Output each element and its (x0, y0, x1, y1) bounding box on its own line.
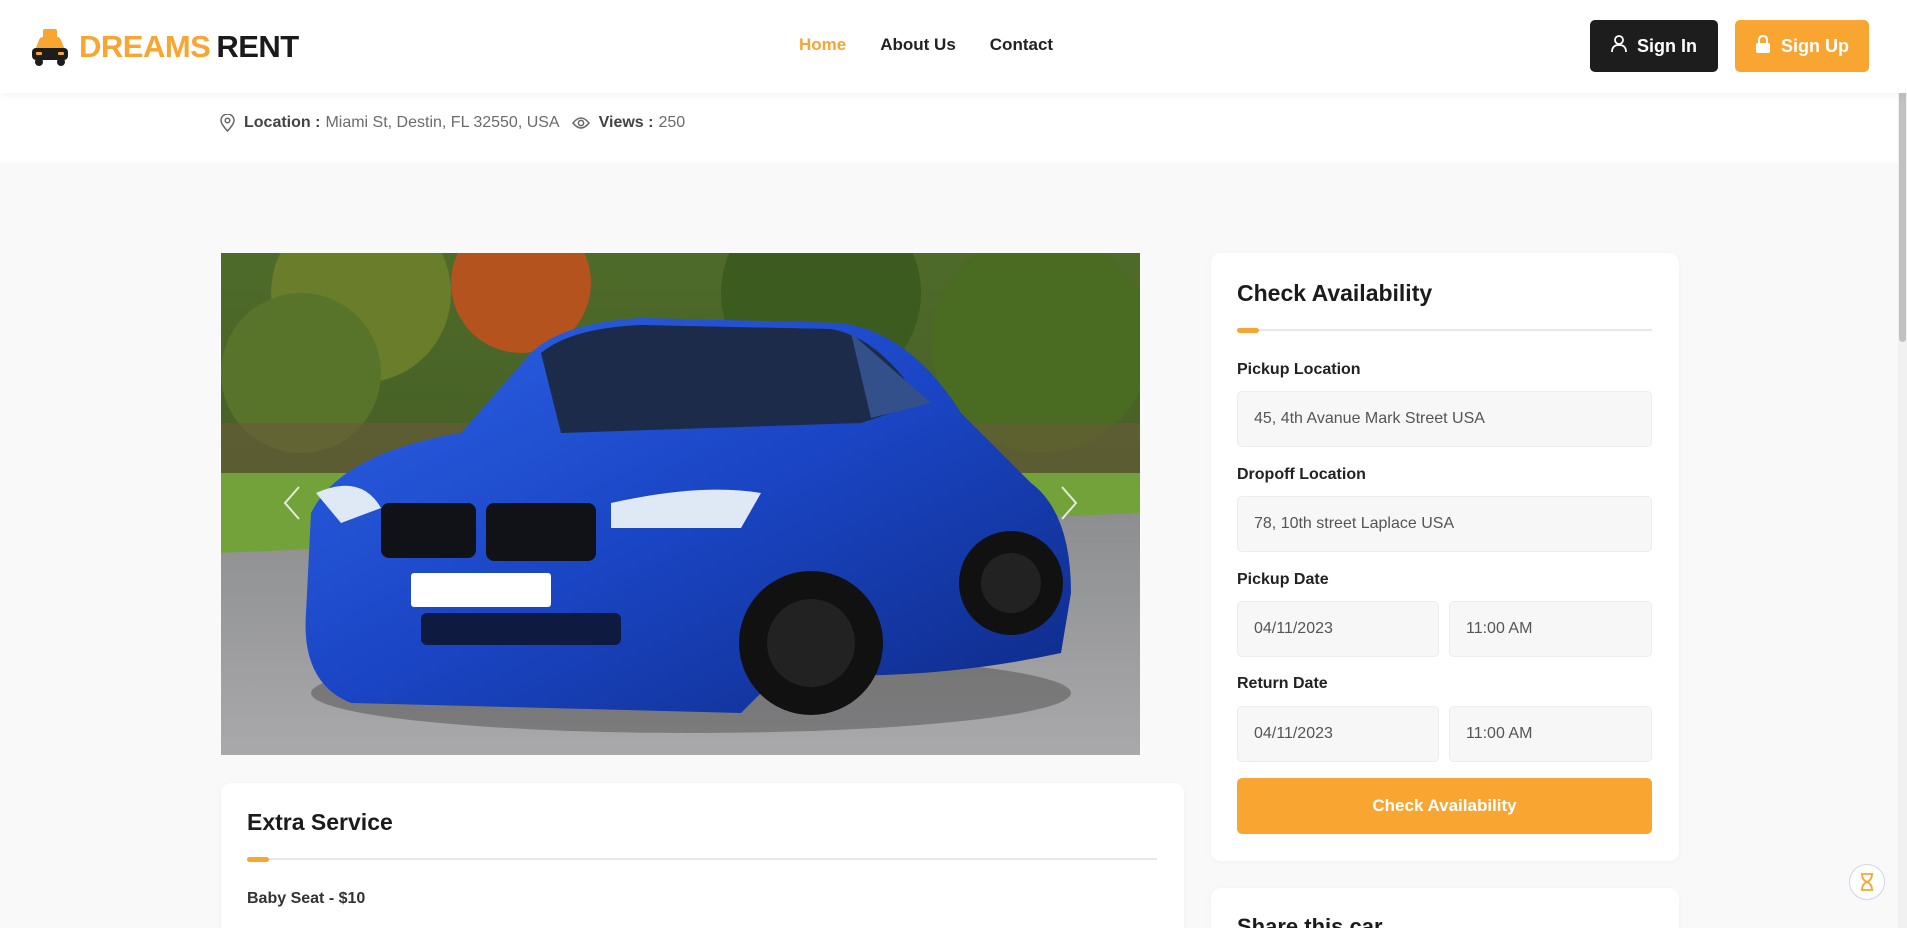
car-image-gallery[interactable] (221, 253, 1140, 755)
return-date-input[interactable]: 04/11/2023 (1237, 706, 1439, 762)
user-icon (1611, 34, 1627, 58)
lock-icon (1755, 34, 1771, 58)
return-time-input[interactable]: 11:00 AM (1449, 706, 1652, 762)
share-car-title: Share this car (1237, 914, 1383, 928)
main-nav: Home About Us Contact (799, 35, 1087, 55)
dropoff-location-label: Dropoff Location (1237, 466, 1366, 483)
sign-up-label: Sign Up (1781, 35, 1849, 56)
nav-home[interactable]: Home (799, 35, 846, 55)
sign-in-label: Sign In (1637, 35, 1697, 56)
sign-up-button[interactable]: Sign Up (1735, 20, 1869, 72)
location-label: Location : (244, 114, 321, 131)
views-value: 250 (658, 114, 686, 131)
dropoff-location-input[interactable]: 78, 10th street Laplace USA (1237, 496, 1652, 552)
pickup-date-label: Pickup Date (1237, 571, 1329, 588)
nav-about-us[interactable]: About Us (880, 35, 956, 55)
views-label: Views : (598, 114, 654, 131)
nav-contact[interactable]: Contact (990, 35, 1053, 55)
share-car-card: Share this car (1211, 888, 1679, 928)
pickup-location-label: Pickup Location (1237, 361, 1361, 378)
pickup-date-input[interactable]: 04/11/2023 (1237, 601, 1439, 657)
location-value: Miami St, Destin, FL 32550, USA (325, 114, 560, 131)
check-availability-title: Check Availability (1237, 280, 1433, 306)
eye-icon (571, 116, 590, 130)
extra-service-title: Extra Service (247, 809, 393, 835)
chevron-right-icon[interactable] (1056, 483, 1080, 523)
site-header: DREAMS RENT Home About Us Contact Sign In… (0, 0, 1907, 93)
hourglass-icon[interactable] (1849, 864, 1885, 900)
check-availability-button[interactable]: Check Availability (1237, 778, 1652, 834)
pickup-location-input[interactable]: 45, 4th Avanue Mark Street USA (1237, 391, 1652, 447)
chevron-left-icon[interactable] (281, 483, 305, 523)
brand-name: DREAMS RENT (79, 29, 299, 65)
availability-divider (1237, 328, 1652, 333)
brand-logo[interactable]: DREAMS RENT (29, 26, 299, 68)
sign-in-button[interactable]: Sign In (1590, 20, 1718, 72)
extra-service-card: Extra Service Baby Seat - $10 (221, 783, 1184, 928)
car-photo (221, 253, 1140, 755)
pickup-time-input[interactable]: 11:00 AM (1449, 601, 1652, 657)
location-pin-icon (220, 114, 235, 132)
check-availability-card: Check Availability Pickup Location 45, 4… (1211, 253, 1679, 861)
brand-name-part2: RENT (216, 29, 299, 64)
car-logo-icon (29, 26, 71, 68)
extra-service-item: Baby Seat - $10 (247, 890, 366, 907)
return-date-label: Return Date (1237, 675, 1328, 692)
brand-name-part1: DREAMS (79, 29, 211, 64)
listing-meta: Location : Miami St, Destin, FL 32550, U… (220, 114, 685, 132)
extra-service-divider (247, 857, 1157, 862)
